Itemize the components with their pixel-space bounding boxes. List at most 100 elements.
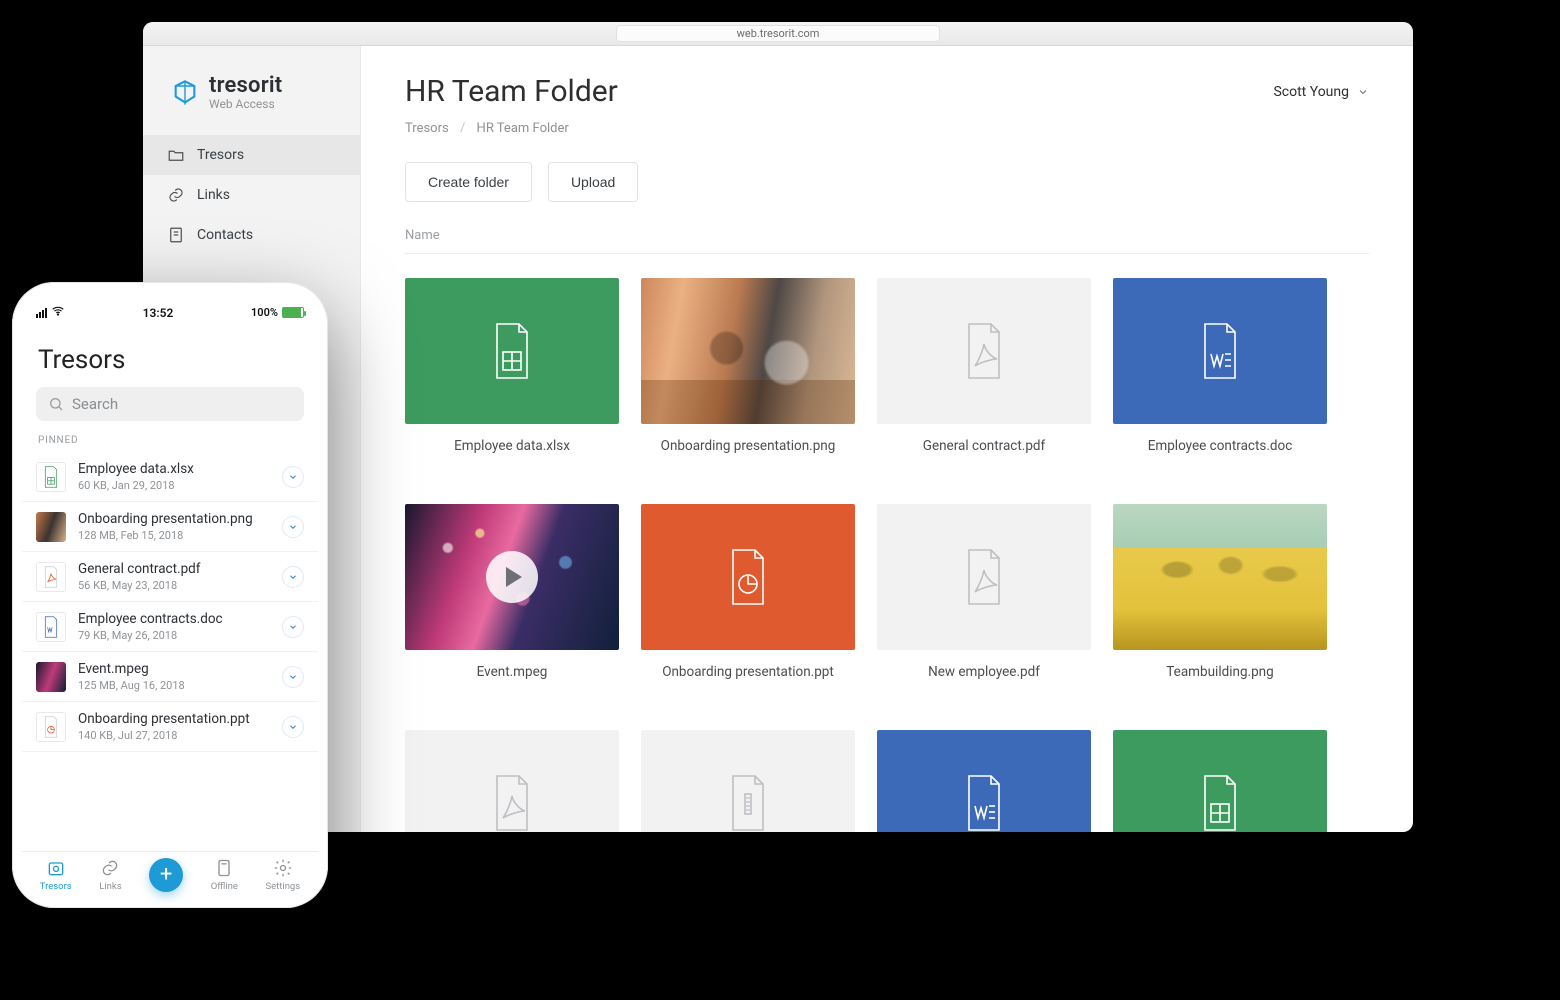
tab-label: Tresors xyxy=(40,881,72,892)
link-icon xyxy=(167,186,185,204)
breadcrumb: Tresors / HR Team Folder xyxy=(405,121,1369,136)
brand-name: tresorit xyxy=(209,74,282,98)
url-text: web.tresorit.com xyxy=(616,25,941,42)
create-folder-button[interactable]: Create folder xyxy=(405,162,532,202)
breadcrumb-root[interactable]: Tresors xyxy=(405,121,449,136)
tab-label: Links xyxy=(99,881,121,892)
sidebar-item-tresors[interactable]: Tresors xyxy=(143,135,360,175)
expand-button[interactable] xyxy=(282,666,304,688)
file-tile[interactable]: Onboarding presentation.ppt xyxy=(641,504,855,680)
user-menu[interactable]: Scott Young xyxy=(1273,84,1369,100)
column-header-name[interactable]: Name xyxy=(405,228,1369,254)
user-name: Scott Young xyxy=(1273,84,1349,100)
upload-button[interactable]: Upload xyxy=(548,162,638,202)
file-meta: 128 MB, Feb 15, 2018 xyxy=(78,529,270,542)
file-name: Onboarding presentation.ppt xyxy=(78,711,270,727)
presentation-icon xyxy=(36,712,66,742)
sidebar-item-label: Contacts xyxy=(197,227,253,243)
file-meta: 125 MB, Aug 16, 2018 xyxy=(78,679,270,692)
brand-logo-icon xyxy=(171,79,199,107)
folder-icon xyxy=(167,146,185,164)
word-doc-icon xyxy=(1197,322,1243,380)
main-panel: HR Team Folder Scott Young Tresors / HR … xyxy=(361,46,1413,832)
file-name: Employee data.xlsx xyxy=(78,461,270,477)
brand: tresorit Web Access xyxy=(143,68,360,135)
pdf-icon xyxy=(961,548,1007,606)
battery-percent: 100% xyxy=(251,306,278,319)
expand-button[interactable] xyxy=(282,566,304,588)
archive-icon xyxy=(725,774,771,832)
file-name: Employee data.xlsx xyxy=(405,438,619,454)
section-pinned: PINNED xyxy=(22,421,318,452)
file-tile[interactable] xyxy=(641,730,855,832)
file-tile[interactable]: New employee.pdf xyxy=(877,504,1091,680)
file-tile[interactable]: Employee contracts.doc xyxy=(1113,278,1327,454)
video-thumbnail xyxy=(36,662,66,692)
url-bar: web.tresorit.com xyxy=(143,22,1413,46)
search-input[interactable]: Search xyxy=(36,387,304,421)
list-item[interactable]: Event.mpeg 125 MB, Aug 16, 2018 xyxy=(22,652,318,702)
plus-icon: + xyxy=(160,864,172,886)
file-grid: Employee data.xlsx Onboarding presentati… xyxy=(405,278,1369,832)
phone-mock: 13:52 100% Tresors Search PINNED Employe… xyxy=(12,282,328,908)
file-tile[interactable]: Onboarding presentation.png xyxy=(641,278,855,454)
pdf-icon xyxy=(489,774,535,832)
file-name: Teambuilding.png xyxy=(1113,664,1327,680)
status-bar: 13:52 100% xyxy=(22,298,318,323)
file-name: Event.mpeg xyxy=(405,664,619,680)
list-item[interactable]: Onboarding presentation.png 128 MB, Feb 1… xyxy=(22,502,318,552)
file-tile[interactable]: Event.mpeg xyxy=(405,504,619,680)
status-time: 13:52 xyxy=(143,306,174,320)
chevron-down-icon xyxy=(1357,86,1369,98)
sidebar-item-contacts[interactable]: Contacts xyxy=(143,215,360,255)
file-tile[interactable]: Employee data.xlsx xyxy=(405,278,619,454)
expand-button[interactable] xyxy=(282,516,304,538)
chevron-down-icon xyxy=(288,522,298,532)
add-button[interactable]: + xyxy=(149,858,183,892)
pdf-icon xyxy=(961,322,1007,380)
breadcrumb-sep: / xyxy=(460,121,465,136)
spreadsheet-icon xyxy=(489,322,535,380)
battery-icon xyxy=(282,307,304,318)
file-name: Employee contracts.doc xyxy=(1113,438,1327,454)
tab-offline[interactable]: Offline xyxy=(211,858,238,892)
chevron-down-icon xyxy=(288,572,298,582)
list-item[interactable]: Onboarding presentation.ppt140 KB, Jul 2… xyxy=(22,702,318,752)
tab-label: Settings xyxy=(265,881,300,892)
file-tile[interactable] xyxy=(877,730,1091,832)
file-tile[interactable] xyxy=(1113,730,1327,832)
tab-tresors[interactable]: Tresors xyxy=(40,858,72,892)
expand-button[interactable] xyxy=(282,716,304,738)
file-name: Onboarding presentation.png xyxy=(78,511,270,527)
chevron-down-icon xyxy=(288,672,298,682)
image-thumbnail xyxy=(36,512,66,542)
tab-label: Offline xyxy=(211,881,238,892)
file-meta: 79 KB, May 26, 2018 xyxy=(78,629,270,642)
tab-links[interactable]: Links xyxy=(99,858,121,892)
list-item[interactable]: General contract.pdf 56 KB, May 23, 2018 xyxy=(22,552,318,602)
play-icon xyxy=(486,551,538,603)
file-tile[interactable]: General contract.pdf xyxy=(877,278,1091,454)
file-name: Employee contracts.doc xyxy=(78,611,270,627)
file-meta: 56 KB, May 23, 2018 xyxy=(78,579,270,592)
file-meta: 60 KB, Jan 29, 2018 xyxy=(78,479,270,492)
sidebar-item-links[interactable]: Links xyxy=(143,175,360,215)
file-name: Event.mpeg xyxy=(78,661,270,677)
tab-settings[interactable]: Settings xyxy=(265,858,300,892)
list-item[interactable]: Employee contracts.doc 79 KB, May 26, 201… xyxy=(22,602,318,652)
expand-button[interactable] xyxy=(282,466,304,488)
file-name: General contract.pdf xyxy=(78,561,270,577)
file-tile[interactable]: Teambuilding.png xyxy=(1113,504,1327,680)
wifi-icon xyxy=(51,304,65,321)
presentation-icon xyxy=(725,548,771,606)
expand-button[interactable] xyxy=(282,616,304,638)
video-thumbnail xyxy=(405,504,619,650)
file-name: Onboarding presentation.png xyxy=(641,438,855,454)
pdf-icon xyxy=(36,562,66,592)
word-doc-icon xyxy=(36,612,66,642)
chevron-down-icon xyxy=(288,472,298,482)
search-icon xyxy=(48,396,64,412)
image-thumbnail xyxy=(641,278,855,424)
list-item[interactable]: Employee data.xlsx 60 KB, Jan 29, 2018 xyxy=(22,452,318,502)
file-tile[interactable] xyxy=(405,730,619,832)
